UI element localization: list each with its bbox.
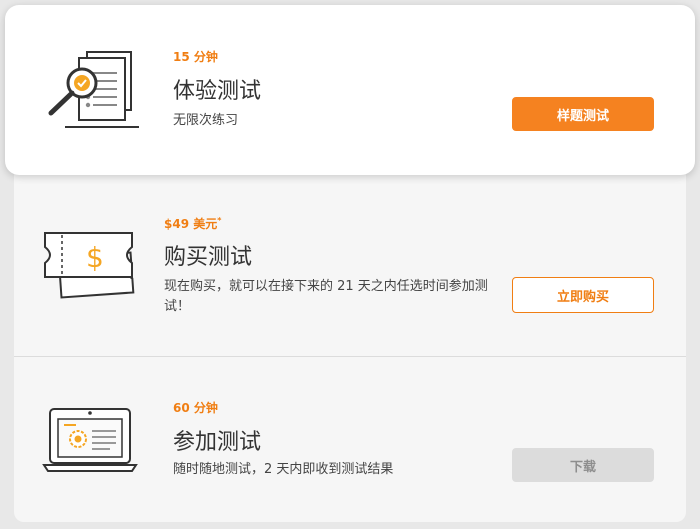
practice-duration: 15 分钟 — [173, 50, 218, 64]
practice-test-card: 15 分钟 体验测试 无限次练习 样题测试 — [5, 5, 695, 175]
laptop-certificate-icon — [42, 408, 138, 472]
purchase-test-card: $ $49 美元* 购买测试 现在购买，就可以在接下来的 21 天之内任选时间参… — [14, 175, 686, 356]
take-test-title: 参加测试 — [173, 430, 262, 455]
practice-title: 体验测试 — [173, 79, 262, 104]
ticket-dollar-icon: $ — [44, 232, 135, 299]
purchase-description: 现在购买，就可以在接下来的 21 天之内任选时间参加测试！ — [164, 279, 488, 314]
purchase-price-footnote-mark: * — [217, 216, 222, 225]
sample-test-button[interactable]: 样题测试 — [512, 97, 654, 131]
svg-text:$: $ — [86, 241, 104, 274]
practice-description: 无限次练习 — [173, 113, 239, 128]
purchase-price-value: $49 美元 — [164, 217, 218, 231]
buy-now-button[interactable]: 立即购买 — [512, 277, 654, 313]
document-magnifier-icon — [48, 51, 139, 128]
test-duration: 60 分钟 — [173, 401, 218, 415]
download-button[interactable]: 下载 — [512, 448, 654, 482]
take-test-description: 随时随地测试，2 天内即收到测试结果 — [173, 462, 394, 477]
take-test-card: 60 分钟 参加测试 随时随地测试，2 天内即收到测试结果 下载 — [14, 357, 686, 522]
purchase-title: 购买测试 — [164, 245, 253, 270]
purchase-price: $49 美元* — [164, 215, 221, 232]
